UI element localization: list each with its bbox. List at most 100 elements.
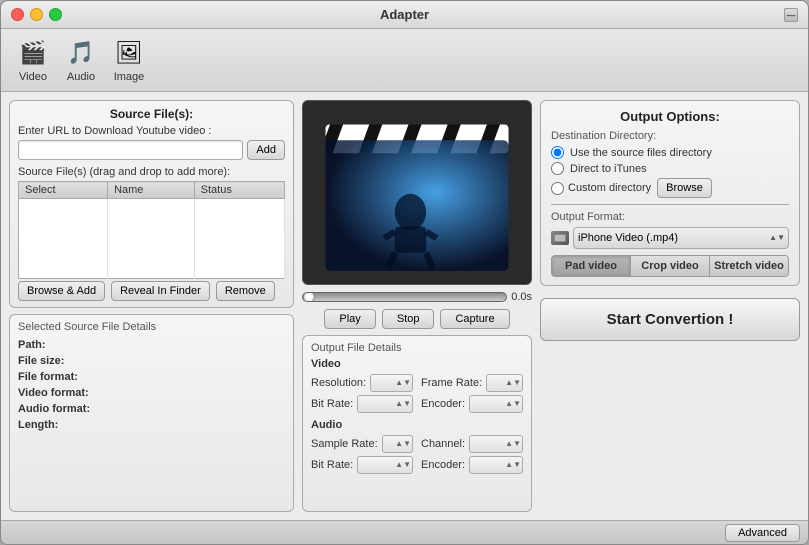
toolbar-label-video: Video [19,71,47,83]
progress-bar[interactable] [302,292,507,302]
left-panel: Source File(s): Enter URL to Download Yo… [9,100,294,512]
detail-label-audioformat: Audio format: [18,403,103,415]
add-url-button[interactable]: Add [247,140,285,160]
table-row [19,231,285,247]
col-status: Status [194,182,284,199]
resolution-label: Resolution: [311,377,366,389]
bitrate-audio-label: Bit Rate: [311,459,353,471]
bitrate-audio-select[interactable] [357,456,413,474]
toolbar-item-audio[interactable]: 🎵 Audio [59,35,103,85]
minimize-button[interactable] [30,8,43,21]
advanced-button[interactable]: Advanced [725,524,800,542]
main-window: Adapter — 🎬 Video 🎵 Audio 🖼 Image Source… [0,0,809,545]
radio-itunes: Direct to iTunes [551,162,789,175]
encoder-video-select[interactable] [469,395,523,413]
dest-label: Destination Directory: [551,130,789,142]
stretch-video-button[interactable]: Stretch video [710,256,788,276]
format-select-container: iPhone Video (.mp4) MP4 AVI MOV MP3 ▲▼ [573,227,789,249]
detail-label-path: Path: [18,339,103,351]
toolbar-item-video[interactable]: 🎬 Video [11,35,55,85]
audio-section-label: Audio [311,419,523,431]
reveal-finder-button[interactable]: Reveal In Finder [111,281,210,301]
table-row [19,247,285,263]
encoder-audio-label: Encoder: [421,459,465,471]
traffic-lights [11,8,62,21]
source-title: Source File(s): [18,107,285,121]
encoder-video-select-wrapper: ▲▼ [469,395,523,413]
url-row: Add [18,140,285,160]
toolbar-label-audio: Audio [67,71,95,83]
radio-source-dir-input[interactable] [551,146,564,159]
radio-custom-input[interactable] [551,182,564,195]
radio-itunes-label: Direct to iTunes [570,163,647,175]
radio-custom-label-part: Custom directory [551,182,651,195]
browse-add-button[interactable]: Browse & Add [18,281,105,301]
detail-fileformat: File format: [18,371,285,383]
radio-itunes-input[interactable] [551,162,564,175]
bitrate-video-select[interactable] [357,395,413,413]
toolbar-item-image[interactable]: 🖼 Image [107,35,151,85]
format-select[interactable]: iPhone Video (.mp4) MP4 AVI MOV MP3 [573,227,789,249]
detail-filesize: File size: [18,355,285,367]
table-row [19,263,285,279]
time-label: 0.0s [511,291,532,303]
output-file-details: Output File Details Video Resolution: ▲▼… [302,335,532,512]
remove-button[interactable]: Remove [216,281,275,301]
capture-button[interactable]: Capture [440,309,509,329]
channel-select-wrapper: ▲▼ [469,435,523,453]
video-section-label: Video [311,358,523,370]
bitrate-audio-row: Bit Rate: ▲▼ [311,456,413,474]
output-options-title: Output Options: [551,109,789,124]
bitrate-video-label: Bit Rate: [311,398,353,410]
framerate-select[interactable] [486,374,523,392]
radio-source-dir: Use the source files directory [551,146,789,159]
radio-custom-label: Custom directory [568,182,651,194]
drag-label: Source File(s) (drag and drop to add mor… [18,166,285,178]
channel-row: Channel: ▲▼ [421,435,523,453]
samplerate-select-wrapper: ▲▼ [382,435,413,453]
detail-path: Path: [18,339,285,351]
col-name: Name [108,182,195,199]
crop-video-button[interactable]: Crop video [631,256,710,276]
encoder-video-label: Encoder: [421,398,465,410]
maximize-button[interactable] [49,8,62,21]
col-select: Select [19,182,108,199]
detail-videoformat: Video format: [18,387,285,399]
window-resize-btn[interactable]: — [784,8,798,22]
bitrate-video-select-wrapper: ▲▼ [357,395,413,413]
channel-select[interactable] [469,435,523,453]
output-file-details-title: Output File Details [311,342,523,354]
browse-dest-button[interactable]: Browse [657,178,712,198]
preview-clapper [303,101,531,284]
url-input[interactable] [18,140,243,160]
table-row [19,215,285,231]
framerate-label: Frame Rate: [421,377,482,389]
channel-label: Channel: [421,438,465,450]
resolution-select[interactable] [370,374,413,392]
file-table: Select Name Status [18,181,285,279]
format-icon [551,231,569,245]
format-label: Output Format: [551,211,789,223]
progress-handle[interactable] [303,292,315,302]
preview-area [302,100,532,285]
table-row [19,199,285,215]
progress-row: 0.0s [302,291,532,303]
encoder-audio-row: Encoder: ▲▼ [421,456,523,474]
divider [551,204,789,205]
toolbar: 🎬 Video 🎵 Audio 🖼 Image [1,29,808,92]
detail-label-fileformat: File format: [18,371,103,383]
play-button[interactable]: Play [324,309,375,329]
detail-audioformat: Audio format: [18,403,285,415]
format-select-wrapper: iPhone Video (.mp4) MP4 AVI MOV MP3 ▲▼ [551,227,789,249]
radio-custom: Custom directory Browse [551,178,789,198]
audio-fields-grid: Sample Rate: ▲▼ Channel: ▲▼ [311,435,523,474]
start-conversion-button[interactable]: Start Convertion ! [540,298,800,341]
stop-button[interactable]: Stop [382,309,435,329]
details-section: Selected Source File Details Path: File … [9,314,294,512]
encoder-audio-select[interactable] [469,456,523,474]
detail-label-videoformat: Video format: [18,387,103,399]
pad-video-button[interactable]: Pad video [552,256,631,276]
video-fields-grid: Resolution: ▲▼ Frame Rate: ▲▼ [311,374,523,413]
close-button[interactable] [11,8,24,21]
samplerate-select[interactable] [382,435,413,453]
